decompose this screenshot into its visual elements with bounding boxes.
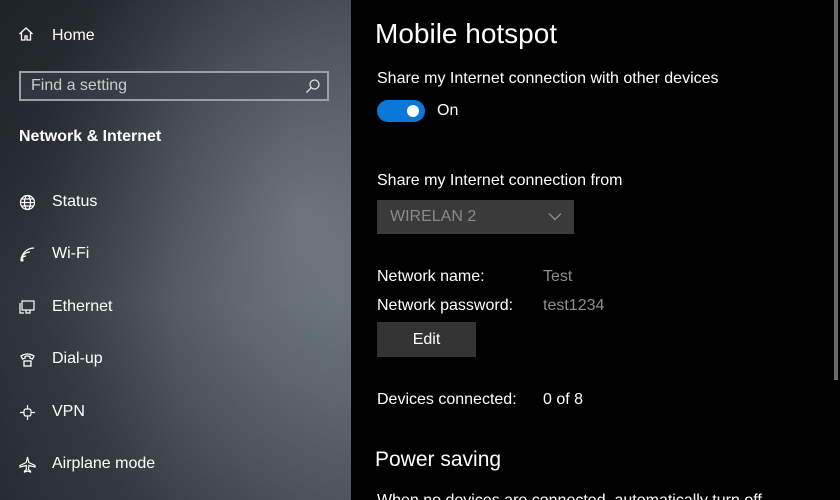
search-input[interactable] <box>21 73 299 99</box>
home-nav[interactable]: Home <box>18 24 95 48</box>
power-saving-description: When no devices are connected, automatic… <box>377 492 827 500</box>
search-icon[interactable] <box>299 78 327 94</box>
sidebar-item-label: Ethernet <box>52 298 113 315</box>
home-label: Home <box>52 27 95 44</box>
toggle-knob <box>407 105 419 117</box>
sidebar-item-status[interactable]: Status <box>18 189 97 215</box>
home-icon <box>18 26 34 47</box>
page-title: Mobile hotspot <box>375 18 558 49</box>
ethernet-icon <box>18 298 36 316</box>
sidebar-item-label: Dial-up <box>52 350 103 367</box>
edit-button[interactable]: Edit <box>377 322 476 357</box>
vpn-icon <box>18 403 36 421</box>
devices-connected-value: 0 of 8 <box>543 391 584 408</box>
sidebar-item-label: VPN <box>52 403 85 420</box>
network-password-value: test1234 <box>543 297 605 314</box>
main-content: Mobile hotspot Share my Internet connect… <box>351 0 840 500</box>
airplane-icon <box>18 455 36 473</box>
chevron-down-icon <box>548 208 562 226</box>
wifi-icon <box>18 245 36 263</box>
dialup-icon <box>18 350 36 368</box>
power-saving-title: Power saving <box>375 448 502 471</box>
network-password-label: Network password: <box>377 297 514 314</box>
sidebar-item-ethernet[interactable]: Ethernet <box>18 294 112 320</box>
sidebar: Home Network & Internet <box>0 0 351 500</box>
share-from-select[interactable]: WIRELAN 2 <box>377 200 574 234</box>
share-from-value: WIRELAN 2 <box>390 208 477 225</box>
hotspot-toggle[interactable] <box>377 100 425 122</box>
sidebar-item-label: Wi-Fi <box>52 245 90 262</box>
globe-icon <box>18 193 36 211</box>
share-from-label: Share my Internet connection from <box>377 172 623 189</box>
network-name-value: Test <box>543 268 573 285</box>
scrollbar[interactable] <box>834 0 838 380</box>
section-title: Network & Internet <box>19 128 162 145</box>
sidebar-item-dialup[interactable]: Dial-up <box>18 346 103 372</box>
share-connection-label: Share my Internet connection with other … <box>377 70 719 87</box>
sidebar-item-vpn[interactable]: VPN <box>18 399 85 425</box>
devices-connected-label: Devices connected: <box>377 391 517 408</box>
search-box[interactable] <box>19 71 329 101</box>
hotspot-toggle-row: On <box>377 100 458 122</box>
toggle-state-label: On <box>437 102 459 119</box>
sidebar-item-airplane-mode[interactable]: Airplane mode <box>18 451 155 477</box>
sidebar-item-label: Status <box>52 193 98 210</box>
sidebar-item-wifi[interactable]: Wi-Fi <box>18 241 89 267</box>
sidebar-item-label: Airplane mode <box>52 455 156 472</box>
network-name-label: Network name: <box>377 268 485 285</box>
settings-window: Home Network & Internet <box>0 0 840 500</box>
